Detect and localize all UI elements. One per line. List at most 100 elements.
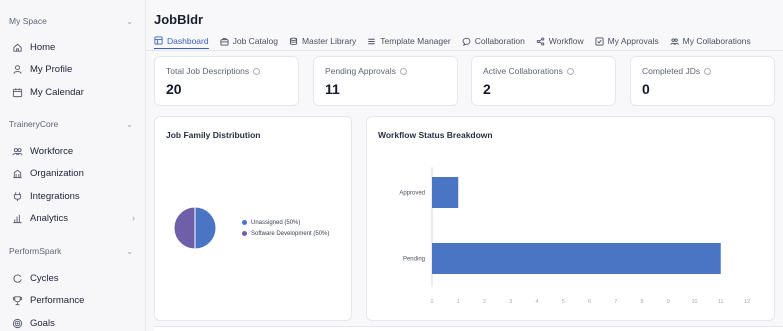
sidebar-item-integrations[interactable]: Integrations (12, 188, 135, 204)
briefcase-icon (220, 37, 229, 46)
chevron-right-icon: › (132, 213, 135, 223)
x-tick-label: 7 (614, 299, 617, 305)
sidebar-section-performspark[interactable]: PerformSpark ⌄ (9, 244, 133, 258)
stat-label: Total Job Descriptions (166, 66, 287, 76)
job-family-panel: Job Family Distribution Unassigned (50%)… (154, 116, 352, 321)
calendar-icon (12, 87, 30, 98)
building-icon (12, 168, 30, 179)
sidebar-item-my-profile[interactable]: My Profile (12, 61, 135, 77)
sidebar-item-label: Home (30, 41, 56, 53)
stat-label: Completed JDs (642, 66, 763, 76)
x-tick-label: 12 (744, 299, 750, 305)
plug-icon (12, 191, 30, 202)
stat-card-pending-approvals[interactable]: Pending Approvals 11 (313, 56, 458, 106)
tab-job-catalog[interactable]: Job Catalog (220, 33, 278, 49)
sidebar-item-label: Workforce (30, 145, 74, 157)
sidebar-item-analytics[interactable]: Analytics › (12, 210, 135, 226)
bar-pending (432, 243, 721, 274)
stat-card-active-collaborations[interactable]: Active Collaborations 2 (471, 56, 616, 106)
info-icon (399, 67, 407, 75)
sidebar-section-my-space[interactable]: My Space ⌄ (9, 14, 133, 28)
stat-label-text: Total Job Descriptions (166, 66, 250, 76)
tab-bar: Dashboard Job Catalog Master Library Tem… (154, 33, 783, 49)
legend-label: Software Development (50%) (251, 230, 330, 237)
stat-value: 11 (325, 81, 340, 97)
info-icon (566, 67, 574, 75)
database-icon (289, 37, 298, 46)
pie-slice-0 (194, 206, 217, 250)
tab-collaboration[interactable]: Collaboration (462, 33, 525, 49)
main-content: JobBldr Dashboard Job Catalog Master Lib… (146, 0, 783, 331)
share-icon (536, 36, 545, 46)
tab-template-manager[interactable]: Template Manager (367, 33, 451, 49)
trophy-icon (12, 295, 30, 306)
tab-workflow[interactable]: Workflow (536, 33, 584, 49)
sidebar-item-label: Analytics (30, 212, 69, 224)
sidebar-item-goals[interactable]: Goals (12, 315, 135, 331)
user-icon (12, 64, 30, 75)
tab-divider (146, 50, 783, 51)
legend-swatch (242, 220, 247, 225)
sidebar-section-trainerycore[interactable]: TraineryCore ⌄ (9, 117, 133, 131)
x-tick-label: 0 (430, 299, 433, 305)
tab-my-approvals[interactable]: My Approvals (595, 33, 659, 49)
tab-label: My Collaborations (682, 36, 751, 46)
section-title: My Space (9, 16, 47, 26)
sidebar-item-label: My Calendar (30, 86, 84, 98)
x-tick-label: 3 (509, 299, 512, 305)
sidebar-item-label: Integrations (30, 190, 80, 202)
x-tick-label: 6 (588, 299, 591, 305)
cycle-icon (12, 273, 30, 284)
x-tick-label: 4 (535, 299, 538, 305)
sidebar-item-workforce[interactable]: Workforce (12, 143, 135, 159)
chat-icon (462, 37, 471, 46)
stat-value: 20 (166, 81, 182, 97)
tab-my-collaborations[interactable]: My Collaborations (670, 33, 751, 49)
stat-card-total-jds[interactable]: Total Job Descriptions 20 (154, 56, 299, 106)
section-title: TraineryCore (9, 119, 59, 129)
stat-label-text: Pending Approvals (325, 66, 396, 76)
next-panel-edge (154, 326, 783, 331)
sidebar-item-organization[interactable]: Organization (12, 165, 135, 181)
dashboard-icon (154, 36, 163, 45)
section-title: PerformSpark (9, 246, 62, 256)
sidebar-item-label: Goals (30, 317, 55, 329)
x-tick-label: 11 (718, 299, 724, 305)
tab-label: Job Catalog (232, 36, 278, 46)
sidebar-item-label: Performance (30, 294, 85, 306)
home-icon (12, 42, 30, 53)
workflow-status-panel: Workflow Status Breakdown Approved Pendin… (366, 116, 775, 321)
x-tick-label: 9 (667, 299, 670, 305)
stat-label-text: Completed JDs (642, 66, 701, 76)
sidebar-item-my-calendar[interactable]: My Calendar (12, 84, 135, 100)
target-icon (12, 318, 30, 329)
sidebar-item-cycles[interactable]: Cycles (12, 270, 135, 286)
sidebar-item-performance[interactable]: Performance (12, 292, 135, 308)
x-tick-label: 2 (483, 299, 486, 305)
tab-label: Master Library (301, 36, 357, 46)
legend-item: Software Development (50%) (242, 228, 329, 239)
tab-label: Collaboration (474, 36, 525, 46)
stat-card-completed-jds[interactable]: Completed JDs 0 (630, 56, 775, 106)
chevron-down-icon: ⌄ (126, 119, 133, 129)
tab-dashboard[interactable]: Dashboard (154, 33, 209, 49)
info-icon (253, 67, 261, 75)
x-tick-label: 1 (457, 299, 460, 305)
chevron-down-icon: ⌄ (126, 246, 133, 256)
x-tick-label: 5 (562, 299, 565, 305)
tab-master-library[interactable]: Master Library (289, 33, 356, 49)
sidebar-item-home[interactable]: Home (12, 39, 135, 55)
x-tick-label: 8 (640, 299, 643, 305)
page-title: JobBldr (154, 12, 204, 27)
tab-label: Workflow (548, 36, 584, 46)
tab-label: Template Manager (380, 36, 451, 46)
legend-item: Unassigned (50%) (242, 217, 329, 228)
pie-legend: Unassigned (50%) Software Development (5… (242, 217, 329, 239)
chevron-down-icon: ⌄ (126, 16, 133, 26)
legend-label: Unassigned (50%) (251, 219, 301, 226)
sidebar-item-label: Cycles (30, 272, 59, 284)
pie-slice-1 (173, 206, 196, 250)
stat-label-text: Active Collaborations (483, 66, 563, 76)
users-icon (670, 37, 679, 46)
stat-value: 2 (483, 81, 491, 97)
